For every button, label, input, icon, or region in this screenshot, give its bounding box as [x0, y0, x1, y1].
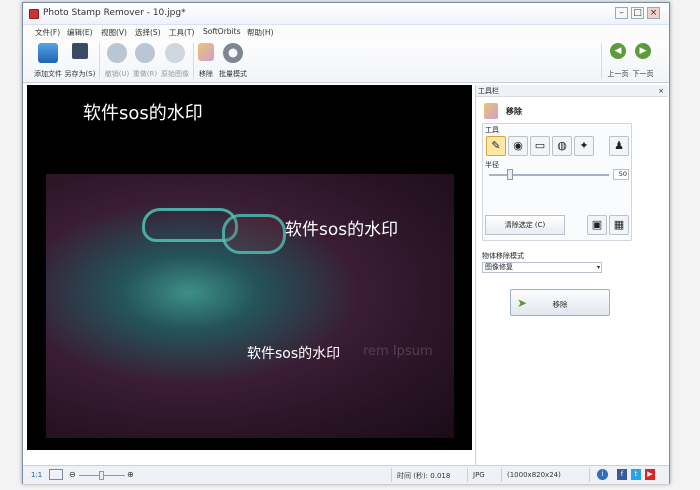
mode-label: 物体移除模式 [482, 252, 524, 260]
mode-select[interactable]: 图像修复 ▾ [482, 262, 602, 273]
twitter-icon[interactable]: t [631, 469, 641, 480]
redo-icon [135, 43, 155, 63]
tools-label: 工具 [485, 126, 499, 134]
lasso-tool[interactable]: ◍ [552, 136, 572, 156]
pencil-tool[interactable]: ✎ [486, 136, 506, 156]
redo-button[interactable]: 重做(R) [131, 39, 159, 83]
menu-file[interactable]: 文件(F) [35, 27, 60, 38]
remove-action-button[interactable]: ➤ 移除 [510, 289, 610, 316]
fit-window-icon[interactable] [49, 469, 63, 480]
load-mask-button[interactable]: ▣ [587, 215, 607, 235]
zoom-actual[interactable]: 1:1 [31, 471, 42, 479]
glasses-lens [222, 214, 286, 254]
rectangle-icon: ▭ [534, 139, 546, 152]
zoom-in-icon[interactable]: ⊕ [127, 470, 134, 479]
title-bar: Photo Stamp Remover - 10.jpg* – □ × [23, 3, 669, 25]
eraser-icon [484, 103, 498, 119]
panel-title: 工具栏 [478, 87, 499, 95]
clock-icon [165, 43, 185, 63]
window-title: Photo Stamp Remover - 10.jpg* [43, 8, 186, 18]
brush-tool[interactable]: ◉ [508, 136, 528, 156]
restore-original-button[interactable]: 原始图像 [159, 39, 191, 83]
maximize-button[interactable]: □ [631, 7, 644, 19]
radius-slider-thumb[interactable] [507, 169, 513, 180]
magic-wand-icon: ✦ [579, 139, 589, 152]
image-canvas[interactable]: 软件sos的水印 软件sos的水印 软件sos的水印 rem Ipsum [27, 85, 472, 450]
panel-header: 工具栏 × [476, 85, 668, 97]
pencil-icon: ✎ [491, 139, 501, 152]
next-page-button[interactable]: ▶ 下一页 [631, 39, 655, 83]
section-title: 移除 [506, 107, 522, 116]
magic-wand-tool[interactable]: ✦ [574, 136, 594, 156]
save-icon: ▣ [591, 218, 603, 231]
close-button[interactable]: × [647, 7, 660, 19]
folder-open-icon [38, 43, 58, 63]
arrow-left-icon: ◀ [610, 43, 626, 59]
brush-icon: ◉ [513, 139, 523, 152]
watermark-text: 软件sos的水印 [83, 103, 203, 124]
status-bar: 1:1 ⊖ ⊕ 时间 (秒): 0.018 JPG (1000x820x24) … [23, 465, 669, 484]
remove-button[interactable]: 移除 [195, 39, 217, 83]
image-icon: ▦ [613, 218, 625, 231]
menu-edit[interactable]: 编辑(E) [67, 27, 93, 38]
lorem-text: rem Ipsum [363, 344, 433, 359]
radius-value[interactable]: 50 [613, 169, 629, 180]
watermark-text: 软件sos的水印 [247, 346, 341, 362]
menu-bar: 文件(F) 编辑(E) 视图(V) 选择(S) 工具(T) SoftOrbits… [23, 25, 669, 39]
batch-mode-button[interactable]: 批量模式 [217, 39, 249, 83]
image-format: JPG [473, 471, 485, 479]
app-icon [29, 9, 39, 19]
processing-time: 时间 (秒): 0.018 [397, 472, 451, 480]
save-mask-button[interactable]: ▦ [609, 215, 629, 235]
facebook-icon[interactable]: f [617, 469, 627, 480]
stamp-tool[interactable]: ♟ [609, 136, 629, 156]
zoom-out-icon[interactable]: ⊖ [69, 470, 76, 479]
menu-view[interactable]: 视图(V) [101, 27, 127, 38]
clear-selection-button[interactable]: 清除选定 (C) [485, 215, 565, 235]
panel-close-icon[interactable]: × [658, 85, 664, 97]
app-window: Photo Stamp Remover - 10.jpg* – □ × 文件(F… [22, 2, 670, 484]
tools-group: 工具 ✎ ◉ ▭ ◍ ✦ ♟ 半径 50 清除选定 (C) ▣ ▦ [482, 123, 632, 241]
zoom-slider-thumb[interactable] [99, 471, 104, 480]
info-icon[interactable]: i [597, 469, 608, 480]
add-file-button[interactable]: 添加文件 [31, 39, 65, 83]
undo-button[interactable]: 撤销(U) [103, 39, 131, 83]
rect-select-tool[interactable]: ▭ [530, 136, 550, 156]
image-dimensions: (1000x820x24) [507, 471, 561, 479]
youtube-icon[interactable]: ▶ [645, 469, 655, 480]
arrow-right-icon: ▶ [635, 43, 651, 59]
menu-help[interactable]: 帮助(H) [247, 27, 274, 38]
menu-select[interactable]: 选择(S) [135, 27, 161, 38]
gear-icon [223, 43, 243, 63]
menu-tools[interactable]: 工具(T) [169, 27, 194, 38]
previous-page-button[interactable]: ◀ 上一页 [607, 39, 629, 83]
save-as-button[interactable]: 另存为(S) [63, 39, 97, 83]
undo-icon [107, 43, 127, 63]
remove-button-label: 移除 [552, 300, 568, 309]
eraser-icon [198, 43, 214, 61]
tool-panel: 工具栏 × 移除 工具 ✎ ◉ ▭ ◍ ✦ ♟ 半径 50 清除选定 (C) ▣… [475, 85, 668, 465]
radius-label: 半径 [485, 161, 499, 169]
watermark-text: 软件sos的水印 [285, 220, 399, 240]
menu-softorbits[interactable]: SoftOrbits [203, 27, 240, 36]
save-icon [72, 43, 88, 59]
minimize-button[interactable]: – [615, 7, 628, 19]
toolbar: 添加文件 另存为(S) 撤销(U) 重做(R) 原始图像 移除 批量模式 ◀ 上… [23, 39, 669, 83]
photo-image[interactable] [46, 174, 454, 438]
lasso-icon: ◍ [557, 139, 567, 152]
mode-select-value: 图像修复 [485, 263, 513, 271]
chevron-down-icon: ▾ [596, 264, 600, 271]
stamp-icon: ♟ [614, 139, 624, 152]
